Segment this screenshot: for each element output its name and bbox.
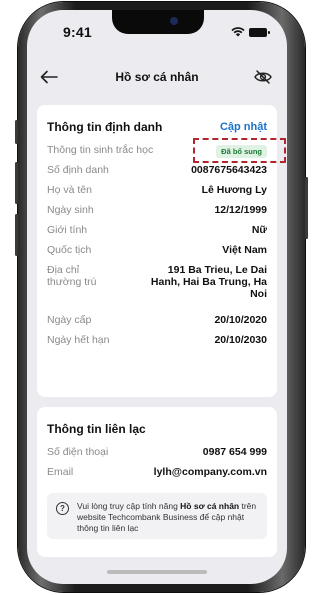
- wifi-icon: [231, 27, 245, 37]
- notice-text-1: Vui lòng truy cập tính năng: [77, 501, 181, 511]
- home-indicator: [107, 570, 207, 574]
- row-label: Giới tính: [47, 224, 88, 236]
- status-time: 9:41: [63, 24, 92, 40]
- expiry-date-row: Ngày hết hạn 20/10/2030: [47, 331, 267, 351]
- back-arrow-icon[interactable]: [39, 68, 59, 86]
- battery-icon: [249, 27, 270, 37]
- email-row: Email lylh@company.com.vn: [47, 463, 267, 483]
- top-nav: Hồ sơ cá nhân: [27, 62, 287, 92]
- row-label: Quốc tịch: [47, 244, 92, 256]
- update-link[interactable]: Cập nhật: [220, 121, 267, 133]
- address-label: Địa chỉ thường trú: [47, 264, 97, 288]
- identity-card-title: Thông tin định danh: [47, 120, 163, 134]
- issue-date-row: Ngày cấp 20/10/2020: [47, 311, 267, 331]
- mute-switch: [15, 120, 18, 144]
- address-label-line1: Địa chỉ: [47, 264, 80, 276]
- row-label: Ngày sinh: [47, 204, 94, 216]
- volume-down-button: [15, 214, 18, 256]
- row-value: Lê Hương Ly: [201, 184, 267, 196]
- address-label-line2: thường trú: [47, 276, 97, 288]
- row-label: Họ và tên: [47, 184, 92, 196]
- power-button: [305, 177, 308, 239]
- status-icons: [231, 27, 270, 37]
- phone-row: Số điện thoại 0987 654 999: [47, 443, 267, 463]
- row-label: Ngày cấp: [47, 314, 92, 326]
- page-title: Hồ sơ cá nhân: [115, 70, 199, 84]
- address-row: Địa chỉ thường trú 191 Ba Trieu, Le Dai …: [47, 261, 267, 307]
- contact-card-title: Thông tin liên lạc: [47, 422, 146, 436]
- front-camera: [170, 17, 178, 25]
- row-value: 0987 654 999: [202, 446, 267, 458]
- phone-screen: 9:41 Hồ sơ cá nhân Thông tin định danh C…: [27, 10, 287, 584]
- row-value: 20/10/2020: [214, 314, 267, 326]
- row-label: Email: [47, 466, 74, 478]
- question-circle-icon: ?: [56, 502, 69, 515]
- row-value: lylh@company.com.vn: [153, 466, 267, 478]
- gender-row: Giới tính Nữ: [47, 221, 267, 241]
- full-name-row: Họ và tên Lê Hương Ly: [47, 181, 267, 201]
- contact-card: Thông tin liên lạc Số điện thoại 0987 65…: [37, 407, 277, 557]
- row-value: Việt Nam: [222, 244, 267, 256]
- row-label: Số điện thoại: [47, 446, 109, 458]
- row-label: Ngày hết hạn: [47, 334, 110, 346]
- identity-card: Thông tin định danh Cập nhật Thông tin s…: [37, 105, 277, 397]
- row-value: 0087675643423: [191, 164, 267, 176]
- contact-notice: ? Vui lòng truy cập tính năng Hồ sơ cá n…: [47, 493, 267, 539]
- biometric-status-badge: Đã bổ sung: [216, 145, 267, 158]
- contact-card-header: Thông tin liên lạc: [47, 415, 267, 443]
- biometric-label: Thông tin sinh trắc học: [47, 144, 154, 156]
- biometric-row: Thông tin sinh trắc học Đã bổ sung: [47, 141, 267, 161]
- identity-card-header: Thông tin định danh Cập nhật: [47, 113, 267, 141]
- row-value: 12/12/1999: [214, 204, 267, 216]
- volume-up-button: [15, 162, 18, 204]
- notice-bold-link: Hồ sơ cá nhân: [180, 501, 240, 511]
- notch: [112, 10, 204, 34]
- address-value: 191 Ba Trieu, Le Dai Hanh, Hai Ba Trung,…: [150, 264, 267, 300]
- hide-eye-icon[interactable]: [253, 68, 273, 86]
- row-value: 20/10/2030: [214, 334, 267, 346]
- nationality-row: Quốc tịch Việt Nam: [47, 241, 267, 261]
- row-label: Số định danh: [47, 164, 109, 176]
- birth-date-row: Ngày sinh 12/12/1999: [47, 201, 267, 221]
- row-value: Nữ: [251, 224, 267, 236]
- id-number-row: Số định danh 0087675643423: [47, 161, 267, 181]
